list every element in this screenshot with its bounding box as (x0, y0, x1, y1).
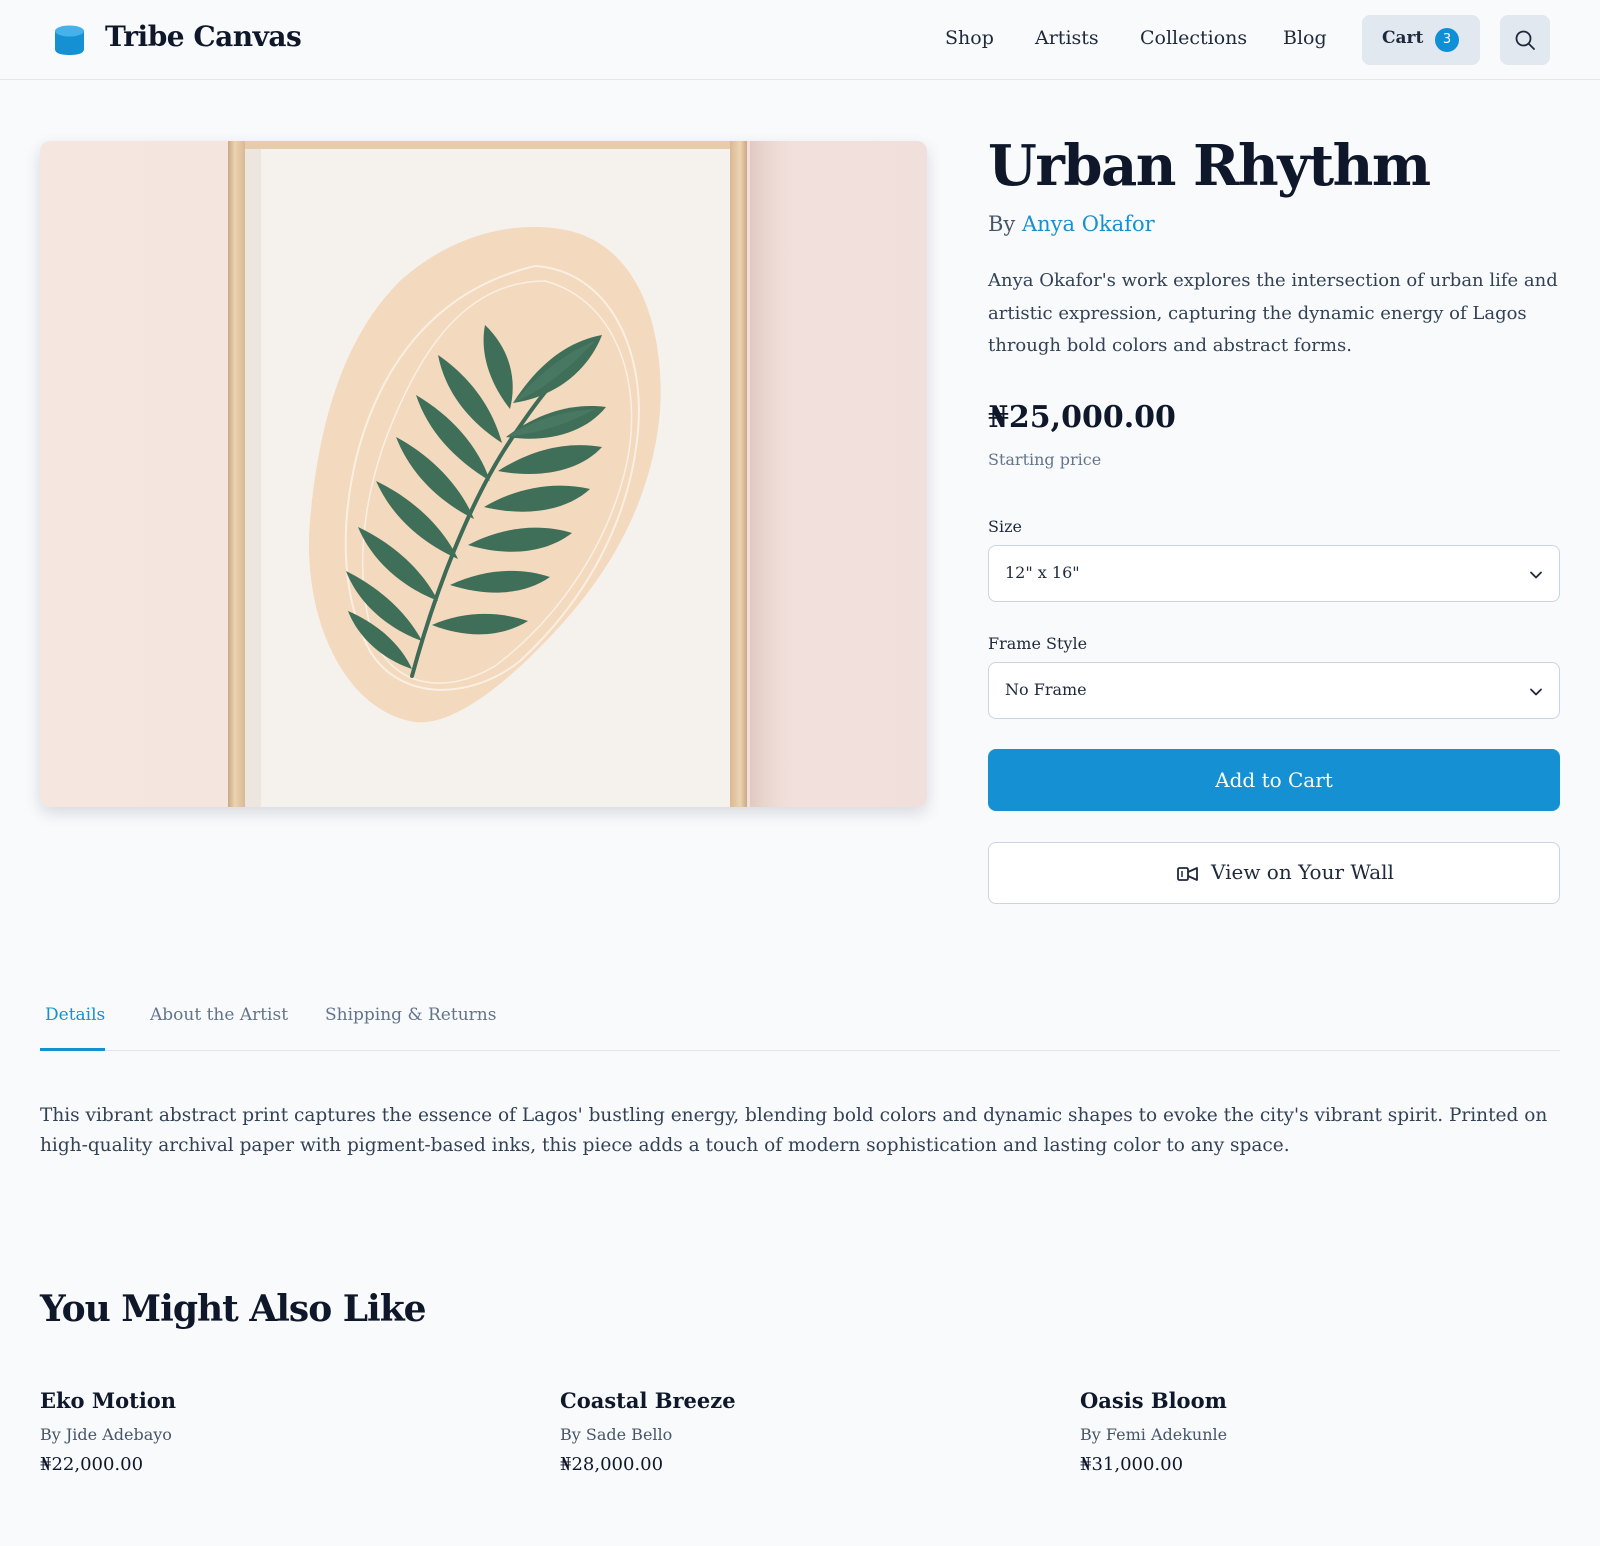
add-to-cart-button[interactable]: Add to Cart (988, 749, 1560, 811)
search-button[interactable] (1500, 15, 1550, 65)
product-image (40, 141, 927, 807)
details-text: This vibrant abstract print captures the… (40, 1105, 1548, 1156)
chevron-down-icon (1530, 571, 1542, 579)
size-select[interactable]: 12" x 16" (988, 545, 1560, 602)
frame-style-select-value: No Frame (1005, 680, 1087, 699)
recommendation-card[interactable]: Oasis Bloom By Femi Adekunle ₦31,000.00 (1080, 1388, 1560, 1475)
price-note: Starting price (988, 450, 1102, 469)
product-title: Urban Rhythm (988, 133, 1431, 199)
frame-style-label: Frame Style (988, 634, 1088, 653)
size-label: Size (988, 517, 1022, 536)
recommendation-card[interactable]: Eko Motion By Jide Adebayo ₦22,000.00 (40, 1388, 520, 1475)
by-prefix: By (988, 212, 1016, 236)
nav-blog[interactable]: Blog (1283, 27, 1327, 49)
recommendation-card[interactable]: Coastal Breeze By Sade Bello ₦28,000.00 (560, 1388, 1040, 1475)
card-title[interactable]: Oasis Bloom (1080, 1388, 1560, 1413)
frame-style-select[interactable]: No Frame (988, 662, 1560, 719)
tab-details[interactable]: Details (45, 1005, 105, 1025)
card-artist: By Sade Bello (560, 1425, 673, 1444)
chevron-down-icon (1530, 688, 1542, 696)
size-select-value: 12" x 16" (1005, 563, 1080, 582)
site-header: Tribe Canvas Shop Artists Collections Bl… (0, 0, 1600, 80)
card-title[interactable]: Eko Motion (40, 1388, 520, 1413)
card-title[interactable]: Coastal Breeze (560, 1388, 1040, 1413)
ar-view-icon (1177, 867, 1198, 881)
search-icon (1515, 30, 1535, 50)
view-on-wall-button[interactable]: View on Your Wall (988, 842, 1560, 904)
tabs-divider (40, 1050, 1560, 1051)
logo-icon[interactable] (54, 24, 85, 56)
card-artist: By Femi Adekunle (1080, 1425, 1228, 1444)
product-description: Anya Okafor's work explores the intersec… (988, 270, 1558, 356)
view-on-wall-label: View on Your Wall (1211, 860, 1394, 884)
cart-count-badge: 3 (1435, 28, 1459, 52)
product-price: ₦25,000.00 (988, 400, 1176, 435)
recommendations-heading: You Might Also Like (40, 1288, 427, 1330)
artist-link[interactable]: Anya Okafor (1022, 212, 1155, 236)
card-price: ₦28,000.00 (560, 1454, 664, 1475)
card-artist: By Jide Adebayo (40, 1425, 172, 1444)
card-price: ₦22,000.00 (40, 1454, 144, 1475)
tab-shipping-returns[interactable]: Shipping & Returns (325, 1005, 496, 1025)
cart-button[interactable]: Cart 3 (1362, 15, 1480, 65)
card-price: ₦31,000.00 (1080, 1454, 1184, 1475)
product-byline: By Anya Okafor (988, 212, 1155, 236)
nav-collections[interactable]: Collections (1140, 27, 1247, 49)
tab-about-artist[interactable]: About the Artist (150, 1005, 288, 1025)
nav-artists[interactable]: Artists (1035, 27, 1099, 49)
framed-leaf-print-illustration (40, 141, 927, 807)
active-tab-indicator (40, 1048, 105, 1051)
nav-shop[interactable]: Shop (945, 27, 994, 49)
cart-label: Cart (1382, 28, 1424, 48)
brand-name[interactable]: Tribe Canvas (105, 20, 302, 53)
